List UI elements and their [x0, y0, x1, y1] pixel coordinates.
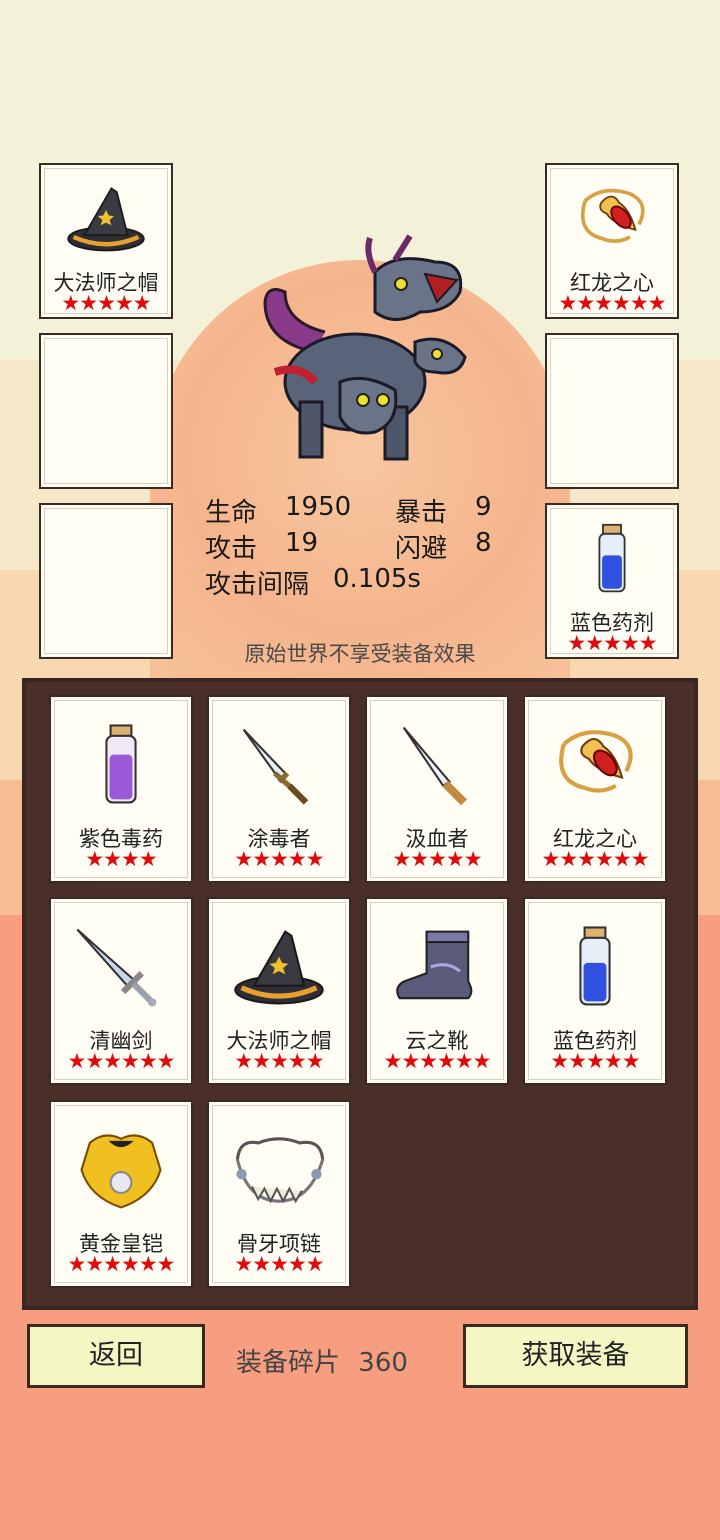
inventory-item[interactable]: 红龙之心 ★★★★★★ — [523, 695, 667, 883]
atk-value: 19 — [285, 528, 319, 558]
star-rating: ★★★★★★ — [558, 291, 667, 315]
dagger-icon — [227, 715, 331, 815]
hp-label: 生命 — [205, 498, 258, 528]
dodge-label: 闪避 — [395, 534, 448, 564]
crit-label: 暴击 — [395, 498, 448, 528]
star-rating: ★★★★★★ — [541, 847, 650, 871]
inventory-item[interactable]: 黄金皇铠 ★★★★★★ — [49, 1100, 193, 1288]
amulet-icon — [543, 715, 647, 815]
equip-slot-empty[interactable] — [39, 333, 173, 489]
blue-potion-icon — [567, 519, 657, 599]
bone-necklace-icon — [227, 1120, 331, 1220]
star-rating: ★★★★★★ — [67, 1049, 176, 1073]
inventory-item[interactable]: 涂毒者 ★★★★★ — [207, 695, 351, 883]
purple-potion-icon — [69, 715, 173, 815]
star-rating: ★★★★★ — [550, 1049, 640, 1073]
equipment-note: 原始世界不享受装备效果 — [244, 642, 476, 666]
knife-icon — [385, 715, 489, 815]
equip-slot-empty[interactable] — [39, 503, 173, 659]
equip-slot-hat[interactable]: 大法师之帽 ★★★★★ — [39, 163, 173, 319]
three-headed-dragon-icon — [263, 234, 467, 461]
shards-value: 360 — [358, 1348, 408, 1378]
sword-icon — [69, 917, 173, 1017]
amulet-icon — [567, 179, 657, 259]
gold-armor-icon — [69, 1120, 173, 1220]
boots-icon — [385, 917, 489, 1017]
star-rating: ★★★★★★ — [383, 1049, 492, 1073]
equip-slot-empty[interactable] — [545, 333, 679, 489]
back-button[interactable]: 返回 — [27, 1324, 205, 1388]
atk-label: 攻击 — [205, 534, 258, 564]
dodge-value: 8 — [475, 528, 492, 558]
inventory-item[interactable]: 汲血者 ★★★★★ — [365, 695, 509, 883]
star-rating: ★★★★★ — [234, 1049, 324, 1073]
inventory-item[interactable]: 蓝色药剂 ★★★★★ — [523, 897, 667, 1085]
interval-label: 攻击间隔 — [205, 570, 310, 600]
star-rating: ★★★★ — [85, 847, 157, 871]
star-rating: ★★★★★ — [61, 291, 151, 315]
inventory-item[interactable]: 紫色毒药 ★★★★ — [49, 695, 193, 883]
crit-value: 9 — [475, 492, 492, 522]
inventory-item[interactable]: 大法师之帽 ★★★★★ — [207, 897, 351, 1085]
shards-label: 装备碎片 — [236, 1348, 341, 1378]
hp-value: 1950 — [285, 492, 352, 522]
wizard-hat-icon — [61, 179, 151, 259]
star-rating: ★★★★★ — [234, 1252, 324, 1276]
star-rating: ★★★★★★ — [67, 1252, 176, 1276]
wizard-hat-icon — [227, 917, 331, 1017]
star-rating: ★★★★★ — [234, 847, 324, 871]
star-rating: ★★★★★ — [392, 847, 482, 871]
shards-counter: 装备碎片 360 — [236, 1342, 408, 1379]
blue-potion-icon — [543, 917, 647, 1017]
equip-slot-potion[interactable]: 蓝色药剂 ★★★★★ — [545, 503, 679, 659]
equip-slot-amulet[interactable]: 红龙之心 ★★★★★★ — [545, 163, 679, 319]
inventory-item[interactable]: 骨牙项链 ★★★★★ — [207, 1100, 351, 1288]
inventory-item[interactable]: 云之靴 ★★★★★★ — [365, 897, 509, 1085]
inventory-item[interactable]: 清幽剑 ★★★★★★ — [49, 897, 193, 1085]
get-equipment-button[interactable]: 获取装备 — [463, 1324, 688, 1388]
interval-value: 0.105s — [333, 564, 421, 594]
